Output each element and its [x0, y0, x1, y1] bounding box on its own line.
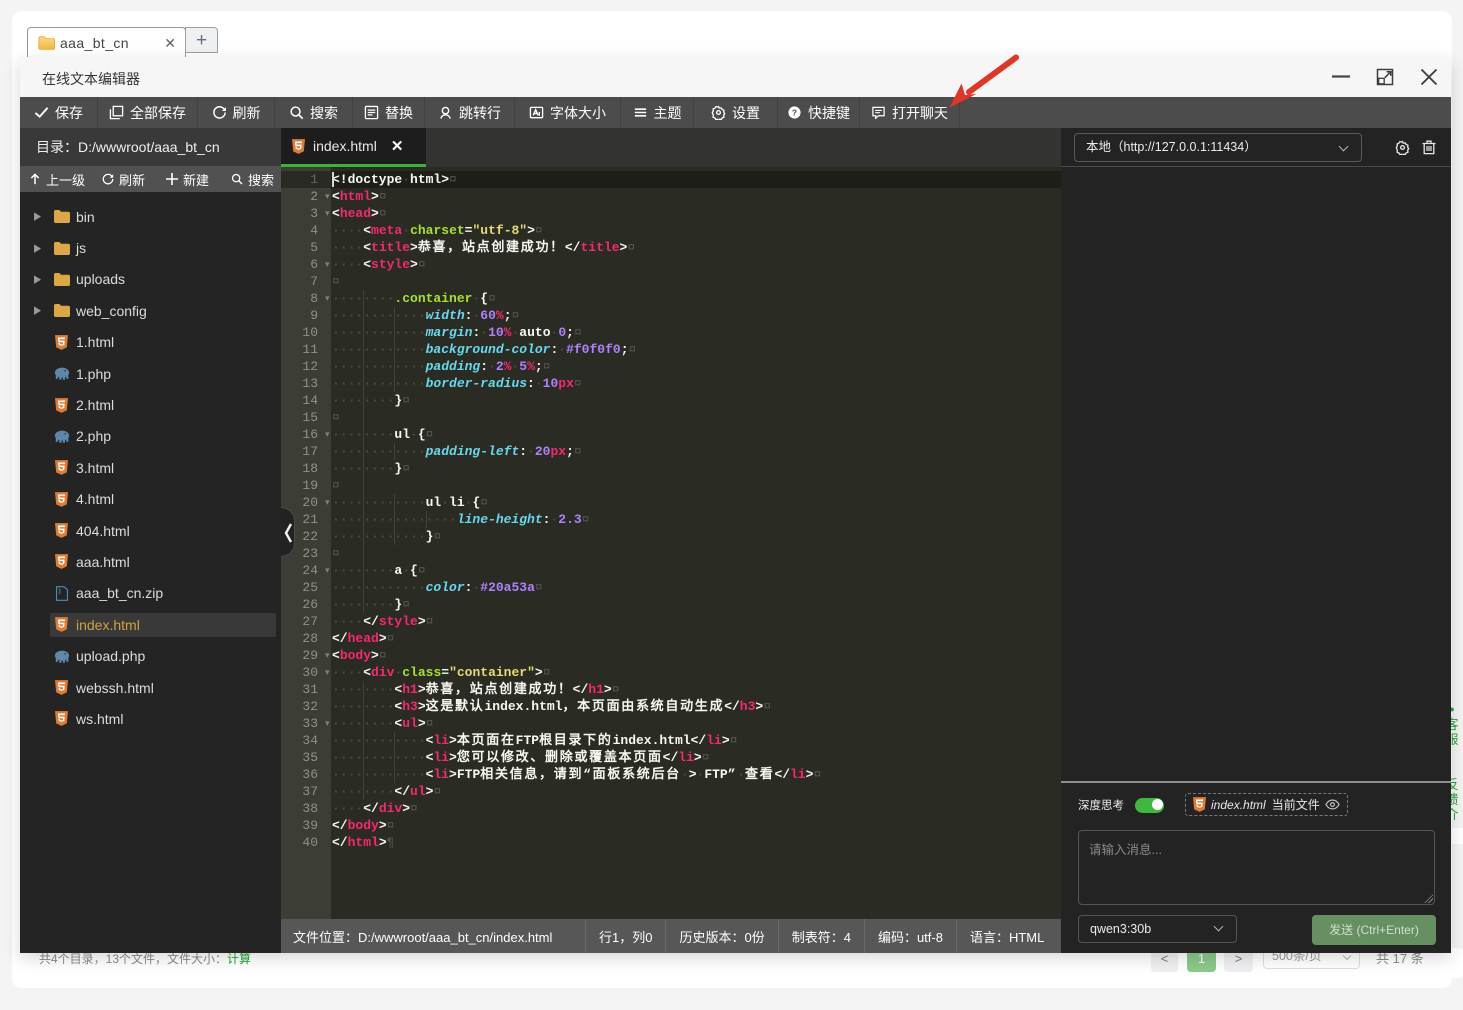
- svg-text:?: ?: [792, 108, 797, 118]
